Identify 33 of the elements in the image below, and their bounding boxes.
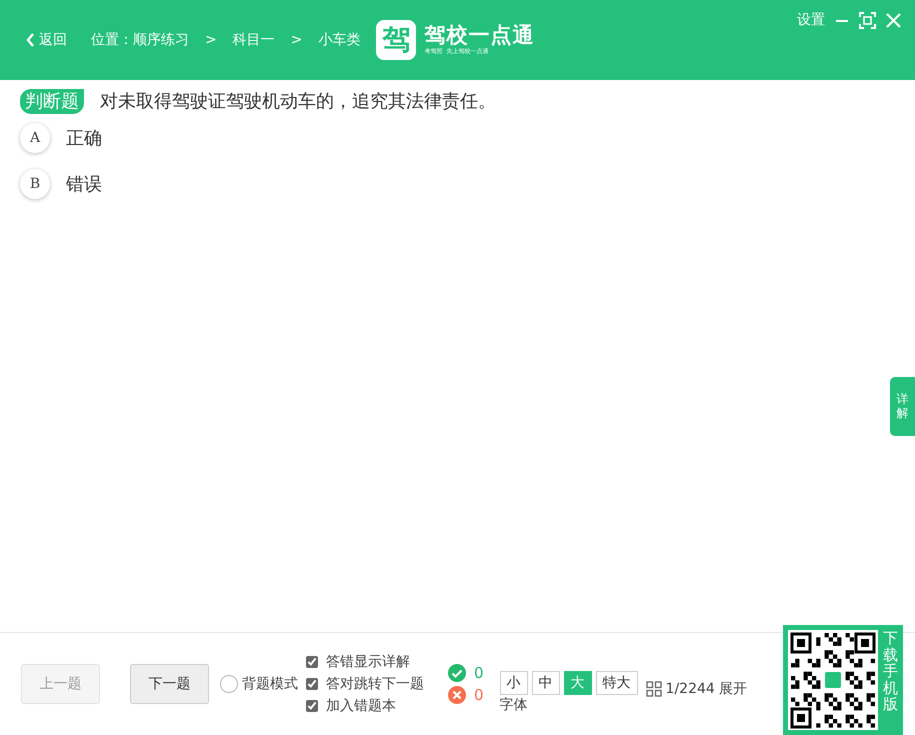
option-text[interactable]: 正确 <box>66 124 102 152</box>
question-text: 对未取得驾驶证驾驶机动车的，追究其法律责任。 <box>100 90 496 114</box>
breadcrumb-separator: > <box>290 30 302 50</box>
checkbox-label: 答错显示详解 <box>326 653 410 672</box>
wrong-icon <box>448 686 466 704</box>
question-type-tag: 判断题 <box>20 89 84 114</box>
correct-count: 0 <box>474 663 484 684</box>
checkbox[interactable] <box>306 678 318 690</box>
checkbox[interactable] <box>306 700 318 712</box>
correct-icon <box>448 664 466 682</box>
font-size-label: 字体 <box>500 696 529 714</box>
option-letter[interactable]: B <box>20 169 50 199</box>
logo-mark: 驾 <box>376 20 416 60</box>
wrong-count: 0 <box>474 685 484 706</box>
checkbox-label: 加入错题本 <box>326 697 396 716</box>
radio-label: 背题模式 <box>242 674 298 694</box>
option-letter[interactable]: A <box>20 123 50 153</box>
question-number: 1/2244 <box>666 680 715 698</box>
font-size-button[interactable]: 小 <box>500 670 528 694</box>
next-question-button[interactable]: 下一题 <box>130 664 209 704</box>
qr-code[interactable] <box>788 630 878 730</box>
breadcrumb-separator: > <box>205 30 217 50</box>
logo-name: 驾校一点通 <box>424 25 534 46</box>
radio-button[interactable] <box>220 675 238 693</box>
chevron-left-icon <box>26 33 35 47</box>
checkbox[interactable] <box>306 656 318 668</box>
expand-link[interactable]: 展开 <box>718 678 747 700</box>
font-size-button[interactable]: 特大 <box>596 670 638 694</box>
checkbox-label: 答对跳转下一题 <box>326 675 424 694</box>
font-size-button[interactable]: 中 <box>532 670 560 694</box>
grid-icon[interactable] <box>646 681 662 697</box>
option-text[interactable]: 错误 <box>66 170 102 198</box>
breadcrumb-item: 位置：顺序练习 <box>91 30 189 50</box>
